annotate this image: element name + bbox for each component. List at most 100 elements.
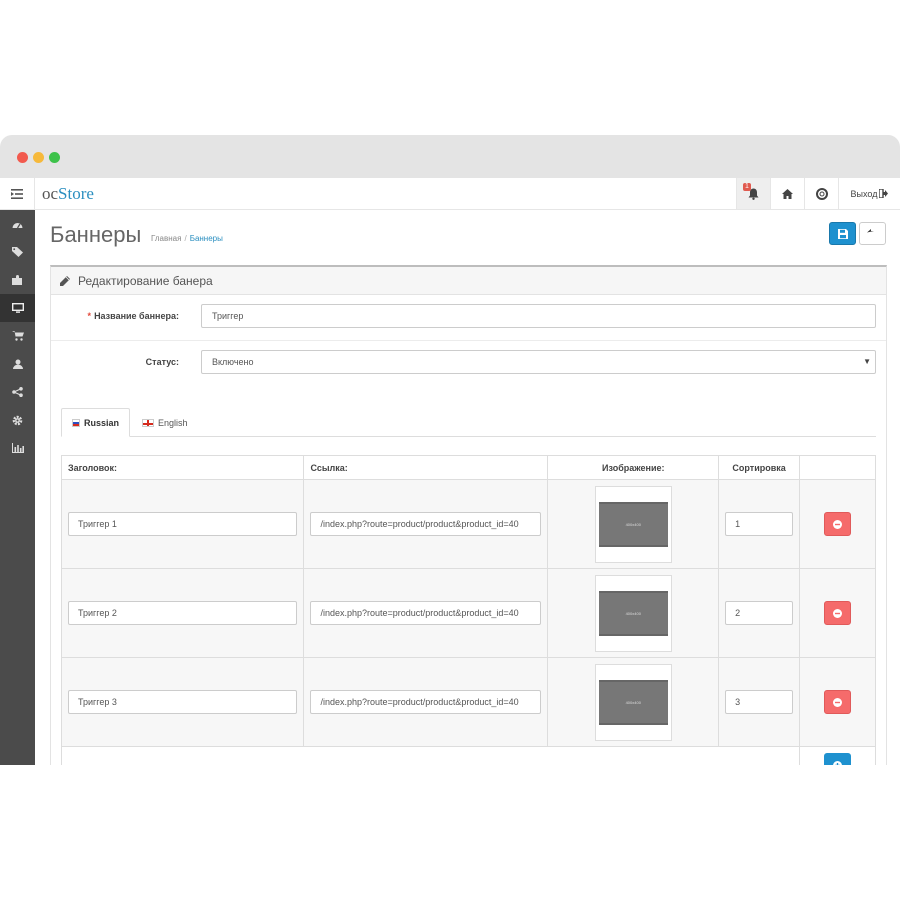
sidebar-item-design[interactable] [0,294,35,322]
sort-order-input[interactable]: 3 [725,690,794,714]
table-header-row: Заголовок: Ссылка: Изображение: Сортиров… [60,455,876,480]
banner-link-input[interactable]: /index.php?route=product/product&product… [310,601,542,625]
banner-image-thumbnail[interactable]: 400x400 [594,663,672,741]
banner-link-input[interactable]: /index.php?route=product/product&product… [310,512,542,536]
remove-row-button[interactable] [824,512,852,536]
minus-circle-icon [833,608,843,618]
add-banner-row-button[interactable] [824,753,852,765]
save-button[interactable] [829,222,856,245]
sidebar-item-dashboard[interactable] [0,210,35,238]
reply-arrow-icon [867,228,874,232]
image-cell: 400x400 [547,568,720,658]
logout-label: Выход [850,188,878,199]
breadcrumb: Главная / Баннеры [151,234,223,243]
status-row: Статус: Включено ▼ [51,341,886,387]
gear-icon [12,415,23,425]
placeholder-image: 400x400 [598,679,668,725]
banner-image-thumbnail[interactable]: 400x400 [594,485,672,563]
minus-circle-icon [833,519,843,529]
sidebar-item-extensions[interactable] [0,266,35,294]
help-button[interactable] [804,178,838,209]
sidebar-item-reports[interactable] [0,434,35,462]
sort-cell: 3 [718,657,801,747]
banner-name-label-text: Название баннера: [94,311,179,321]
column-header-image: Изображение: [547,455,720,480]
image-cell: 400x400 [547,657,720,747]
banner-images-table: Заголовок: Ссылка: Изображение: Сортиров… [60,455,876,765]
minus-circle-icon [833,697,843,707]
sidebar-item-marketing[interactable] [0,378,35,406]
share-icon [12,387,23,397]
language-tabs: Russian English [61,408,876,437]
table-row: Триггер 3 /index.php?route=product/produ… [60,657,876,747]
status-select[interactable]: Включено ▼ [201,350,876,374]
banner-name-input[interactable]: Триггер [201,304,876,328]
logo-brand: Store [58,184,94,203]
breadcrumb-home-link[interactable]: Главная [151,234,181,243]
column-header-link: Ссылка: [303,455,549,480]
back-button[interactable] [859,222,886,245]
puzzle-piece-icon [12,275,22,285]
floppy-disk-icon [837,228,848,239]
sort-cell: 1 [718,479,801,569]
panel-heading: Редактирование банера [51,267,886,295]
notification-count-badge: 1 [743,183,751,191]
sort-order-input[interactable]: 1 [725,512,794,536]
tab-russian-label: Russian [83,417,119,428]
table-row: Триггер 1 /index.php?route=product/produ… [60,479,876,569]
breadcrumb-separator: / [184,234,187,243]
action-cell [799,657,876,747]
tab-english[interactable]: English [132,408,198,437]
tags-icon [12,247,23,257]
banner-link-input[interactable]: /index.php?route=product/product&product… [310,690,542,714]
image-cell: 400x400 [547,479,720,569]
breadcrumb-current-link[interactable]: Баннеры [190,234,223,243]
placeholder-image: 400x400 [598,501,668,547]
close-window-dot[interactable] [17,152,28,163]
column-header-actions [799,455,876,480]
banner-title-input[interactable]: Триггер 2 [68,601,298,625]
action-cell [799,568,876,658]
user-icon [12,359,23,369]
menu-toggle-button[interactable] [0,178,35,209]
sign-out-icon [879,189,889,198]
banner-title-input[interactable]: Триггер 3 [68,690,298,714]
sort-order-input[interactable]: 2 [725,601,794,625]
sidebar-item-system[interactable] [0,406,35,434]
pencil-icon [60,275,70,286]
desktop-icon [11,303,24,313]
sidebar-item-sales[interactable] [0,322,35,350]
column-header-sort: Сортировка [718,455,801,480]
dashboard-icon [12,222,23,228]
sidebar-item-customers[interactable] [0,350,35,378]
menu-indent-icon [11,188,23,199]
banner-image-thumbnail[interactable]: 400x400 [594,574,672,652]
logout-button[interactable]: Выход [838,178,900,209]
notifications-button[interactable]: 1 [736,178,770,209]
title-cell: Триггер 1 [60,479,305,569]
remove-row-button[interactable] [824,690,852,714]
banner-name-label: * Название баннера: [88,311,179,321]
minimize-window-dot[interactable] [33,152,44,163]
add-cell [799,746,876,765]
bar-chart-icon [11,443,24,453]
required-asterisk: * [87,311,92,321]
remove-row-button[interactable] [824,601,852,625]
status-select-value: Включено [212,357,254,367]
home-button[interactable] [770,178,804,209]
home-icon [782,188,793,199]
table-row: Триггер 2 /index.php?route=product/produ… [60,568,876,658]
sidebar-item-catalog[interactable] [0,238,35,266]
english-flag-icon [142,418,154,427]
edit-banner-panel: Редактирование банера * Название баннера:… [50,265,887,765]
page-title: Баннеры [50,222,142,247]
banner-name-row: * Название баннера: Триггер [51,295,886,341]
tab-russian[interactable]: Russian [61,408,130,437]
maximize-window-dot[interactable] [49,152,60,163]
app-logo[interactable]: ocStore [42,184,94,204]
panel-heading-title: Редактирование банера [78,273,213,288]
tab-english-label: English [158,417,188,428]
window-titlebar [0,135,900,178]
banner-title-input[interactable]: Триггер 1 [68,512,298,536]
title-cell: Триггер 3 [60,657,305,747]
